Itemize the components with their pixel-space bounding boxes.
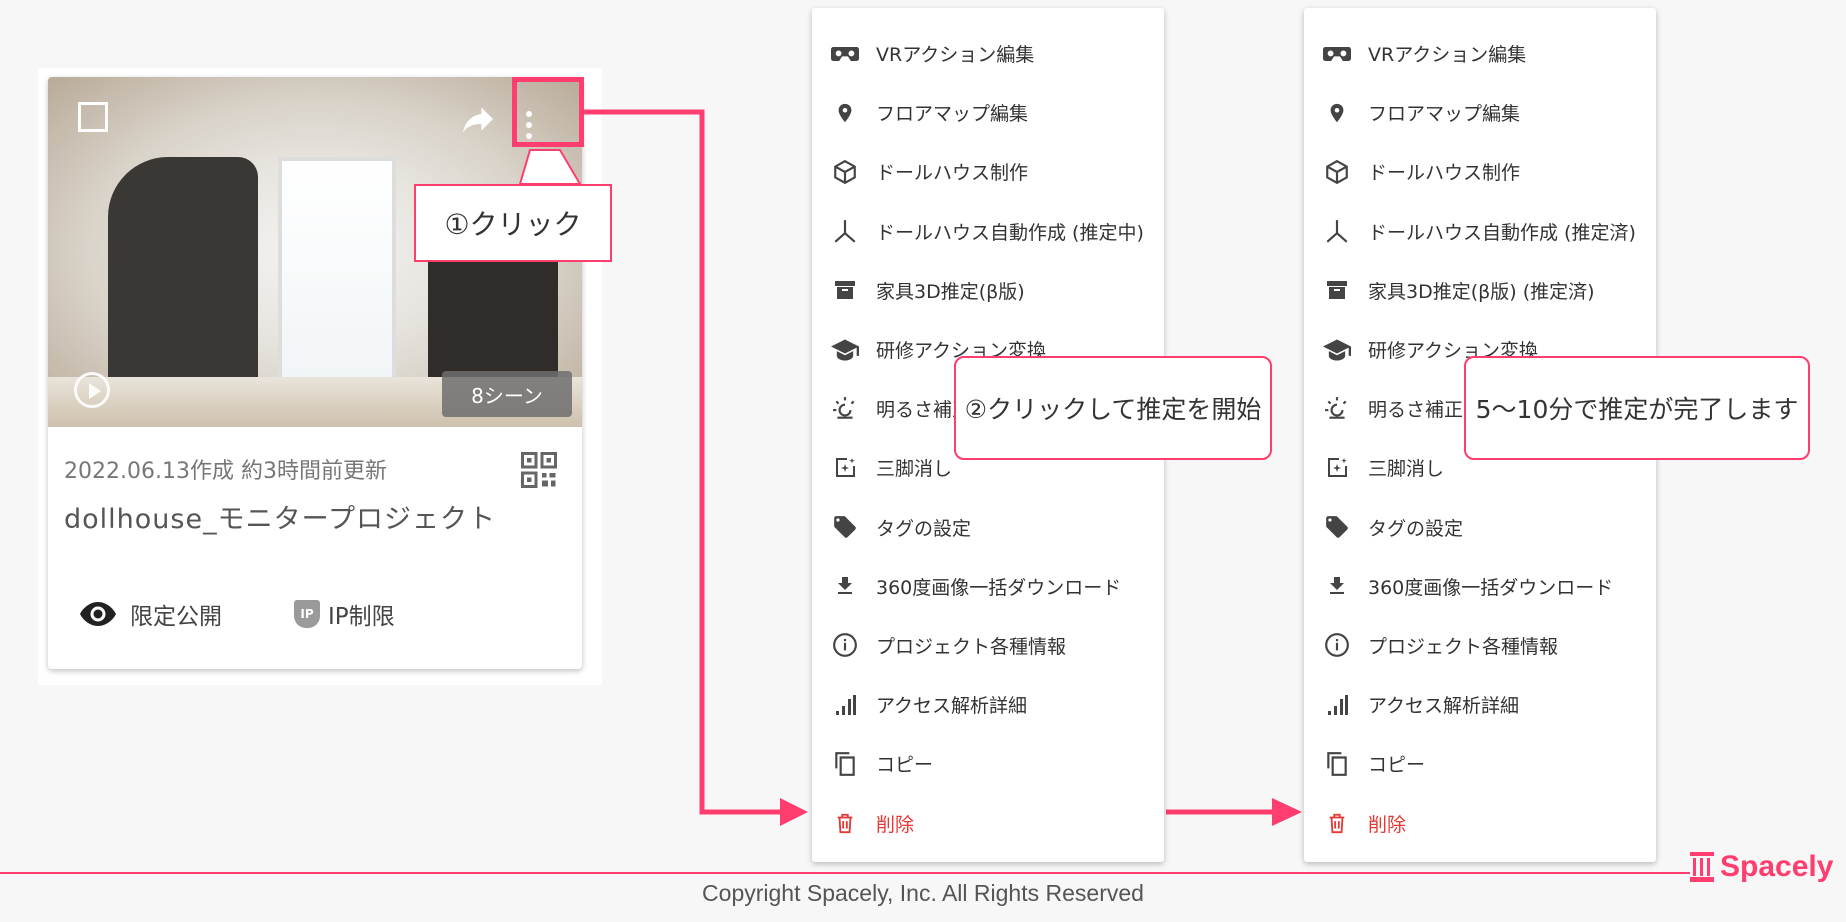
copy-icon xyxy=(830,749,860,779)
footer-divider xyxy=(0,872,1690,874)
menu-item-label: フロアマップ編集 xyxy=(876,103,1029,126)
menu-item-label: タグの設定 xyxy=(876,517,972,540)
menu-item-download[interactable]: 360度画像一括ダウンロード xyxy=(1304,557,1656,616)
vr-headset-icon xyxy=(830,39,860,69)
menu-item-label: 家具3D推定(β版) (推定済) xyxy=(1368,280,1595,303)
map-pin-icon xyxy=(1322,98,1352,128)
menu-item-label: 家具3D推定(β版) xyxy=(876,280,1025,303)
menu-item-copy[interactable]: コピー xyxy=(1304,734,1656,793)
menu-item-label: ドールハウス自動作成 (推定中) xyxy=(876,221,1144,244)
menu-item-signal-bars[interactable]: アクセス解析詳細 xyxy=(812,675,1164,734)
menu-item-download[interactable]: 360度画像一括ダウンロード xyxy=(812,557,1164,616)
menu-item-info[interactable]: プロジェクト各種情報 xyxy=(1304,616,1656,675)
menu-item-archive[interactable]: 家具3D推定(β版) (推定済) xyxy=(1304,261,1656,320)
trash-icon xyxy=(1322,808,1352,838)
menu-item-label: コピー xyxy=(1368,754,1426,777)
copyright-text: Copyright Spacely, Inc. All Rights Reser… xyxy=(702,880,1144,906)
tag-icon xyxy=(1322,512,1352,542)
info-icon xyxy=(830,630,860,660)
axis-icon xyxy=(830,216,860,246)
menu-item-cube[interactable]: ドールハウス制作 xyxy=(1304,142,1656,201)
spacely-logo: Spacely xyxy=(1690,850,1833,884)
menu-item-label: VRアクション編集 xyxy=(876,44,1035,67)
menu-item-label: 360度画像一括ダウンロード xyxy=(1368,576,1614,599)
signal-bars-icon xyxy=(830,690,860,720)
menu-item-signal-bars[interactable]: アクセス解析詳細 xyxy=(1304,675,1656,734)
menu-item-label: タグの設定 xyxy=(1368,517,1464,540)
menu-item-tag[interactable]: タグの設定 xyxy=(1304,498,1656,557)
menu-item-label: 削除 xyxy=(1368,813,1407,836)
download-icon xyxy=(1322,571,1352,601)
menu-item-label: ドールハウス自動作成 (推定済) xyxy=(1368,221,1636,244)
cube-icon xyxy=(830,157,860,187)
download-icon xyxy=(830,571,860,601)
menu-item-label: 三脚消し xyxy=(876,458,953,481)
menu-item-trash[interactable]: 削除 xyxy=(812,793,1164,852)
menu-item-copy[interactable]: コピー xyxy=(812,734,1164,793)
menu-item-vr-headset[interactable]: VRアクション編集 xyxy=(812,24,1164,83)
menu-item-archive[interactable]: 家具3D推定(β版) xyxy=(812,261,1164,320)
menu-item-label: ドールハウス制作 xyxy=(876,162,1029,185)
menu-item-tag[interactable]: タグの設定 xyxy=(812,498,1164,557)
menu-item-map-pin[interactable]: フロアマップ編集 xyxy=(1304,83,1656,142)
graduation-cap-icon xyxy=(1322,335,1352,365)
archive-icon xyxy=(830,275,860,305)
column-logo-icon xyxy=(1690,852,1714,882)
menu-item-cube[interactable]: ドールハウス制作 xyxy=(812,142,1164,201)
menu-item-label: 削除 xyxy=(876,813,915,836)
menu-item-label: 360度画像一括ダウンロード xyxy=(876,576,1122,599)
menu-item-label: VRアクション編集 xyxy=(1368,44,1527,67)
signal-bars-icon xyxy=(1322,690,1352,720)
menu-item-label: アクセス解析詳細 xyxy=(1368,695,1520,718)
menu-item-label: 明るさ補正 xyxy=(1368,399,1464,422)
brightness-icon xyxy=(830,394,860,424)
callout-step1: ①クリック xyxy=(414,184,612,262)
map-pin-icon xyxy=(830,98,860,128)
archive-icon xyxy=(1322,275,1352,305)
menu-item-label: フロアマップ編集 xyxy=(1368,103,1521,126)
menu-item-label: コピー xyxy=(876,754,934,777)
cube-icon xyxy=(1322,157,1352,187)
tag-icon xyxy=(830,512,860,542)
brightness-icon xyxy=(1322,394,1352,424)
vr-headset-icon xyxy=(1322,39,1352,69)
menu-item-label: 三脚消し xyxy=(1368,458,1445,481)
menu-item-label: プロジェクト各種情報 xyxy=(876,635,1067,658)
trash-icon xyxy=(830,808,860,838)
sparkle-edit-icon xyxy=(830,453,860,483)
menu-item-axis[interactable]: ドールハウス自動作成 (推定中) xyxy=(812,202,1164,261)
graduation-cap-icon xyxy=(830,335,860,365)
sparkle-edit-icon xyxy=(1322,453,1352,483)
callout-step3: 5〜10分で推定が完了します xyxy=(1464,356,1810,460)
menu-item-vr-headset[interactable]: VRアクション編集 xyxy=(1304,24,1656,83)
menu-item-trash[interactable]: 削除 xyxy=(1304,793,1656,852)
info-icon xyxy=(1322,630,1352,660)
menu-item-info[interactable]: プロジェクト各種情報 xyxy=(812,616,1164,675)
copy-icon xyxy=(1322,749,1352,779)
menu-item-map-pin[interactable]: フロアマップ編集 xyxy=(812,83,1164,142)
menu-item-label: ドールハウス制作 xyxy=(1368,162,1521,185)
axis-icon xyxy=(1322,216,1352,246)
menu-item-label: プロジェクト各種情報 xyxy=(1368,635,1559,658)
menu-item-label: アクセス解析詳細 xyxy=(876,695,1028,718)
logo-text: Spacely xyxy=(1720,850,1834,883)
menu-item-axis[interactable]: ドールハウス自動作成 (推定済) xyxy=(1304,202,1656,261)
callout-step2: ②クリックして推定を開始 xyxy=(954,356,1272,460)
